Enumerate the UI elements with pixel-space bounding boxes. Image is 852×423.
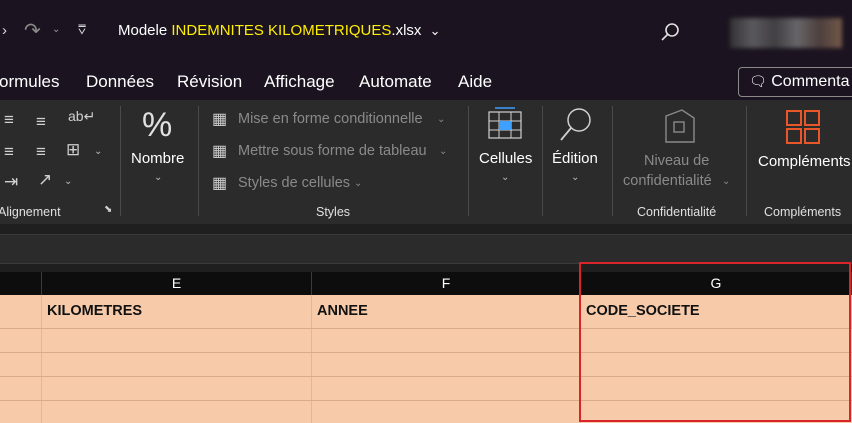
separator xyxy=(198,106,199,216)
cell-f1[interactable]: ANNEE xyxy=(312,295,581,328)
comments-button[interactable]: 🗨 Commenta xyxy=(738,67,852,97)
cell[interactable] xyxy=(0,353,42,376)
selection-highlight-column-g xyxy=(579,262,851,422)
group-label-sensitivity: Confidentialité xyxy=(637,205,717,219)
account-avatar[interactable] xyxy=(730,18,842,48)
merge-cells-icon[interactable]: ⊞ xyxy=(66,140,80,160)
chevron-down-icon: ⌄ xyxy=(154,172,163,183)
comment-icon: 🗨 xyxy=(749,73,767,89)
align-middle-icon[interactable]: ≡ xyxy=(36,112,46,132)
cell[interactable] xyxy=(312,329,581,352)
cell[interactable] xyxy=(42,377,312,400)
title-bar: › ↷ ⌄ ⩢ Modele INDEMNITES KILOMETRIQUES.… xyxy=(0,0,852,64)
filename-highlight: INDEMNITES KILOMETRIQUES xyxy=(171,22,392,39)
separator xyxy=(612,106,613,216)
cell[interactable] xyxy=(312,377,581,400)
separator xyxy=(120,106,121,216)
cell[interactable] xyxy=(312,353,581,376)
sensitivity-line1: Niveau de xyxy=(644,153,710,169)
orientation-dropdown-icon[interactable]: ⌄ xyxy=(64,176,72,187)
ribbon-spacer xyxy=(0,224,852,234)
sensitivity-icon xyxy=(665,109,695,143)
group-label-alignment: Alignement xyxy=(0,205,61,219)
chevron-down-icon: ⌄ xyxy=(571,172,580,183)
chevron-down-icon: ⌄ xyxy=(354,178,363,189)
editing-button[interactable]: Édition ⌄ xyxy=(548,106,604,186)
addins-label: Compléments xyxy=(758,153,851,170)
cell[interactable] xyxy=(0,329,42,352)
redo-icon[interactable]: ↷ xyxy=(24,18,41,43)
chevron-down-icon: ⌄ xyxy=(437,114,446,125)
merge-dropdown-icon[interactable]: ⌄ xyxy=(94,146,102,157)
search-icon[interactable] xyxy=(660,22,680,42)
group-label-addins: Compléments xyxy=(764,205,842,219)
chevron-down-icon: ⌄ xyxy=(722,176,731,187)
editing-label: Édition xyxy=(552,150,598,167)
addins-button[interactable]: Compléments xyxy=(752,106,852,186)
percent-icon: % xyxy=(142,106,173,144)
align-right-icon[interactable]: ≡ xyxy=(36,142,46,162)
separator xyxy=(746,106,747,216)
cells-button[interactable]: Cellules ⌄ xyxy=(476,106,536,186)
redo-dropdown-icon[interactable]: ⌄ xyxy=(52,24,60,35)
number-format-button[interactable]: % Nombre ⌄ xyxy=(126,106,192,186)
separator xyxy=(542,106,543,216)
cell[interactable] xyxy=(312,401,581,423)
cell[interactable] xyxy=(42,401,312,423)
cells-icon xyxy=(488,107,522,139)
separator xyxy=(468,106,469,216)
group-label-styles: Styles xyxy=(316,205,351,219)
search-icon xyxy=(560,108,591,141)
dialog-launcher-icon[interactable]: ⬊ xyxy=(104,204,112,215)
column-header-d[interactable] xyxy=(0,272,42,295)
filename-extension: .xlsx xyxy=(391,22,422,39)
customize-toolbar-icon[interactable]: ⩢ xyxy=(78,22,86,38)
cell-styles-button[interactable]: Styles de cellules xyxy=(238,175,350,191)
orientation-icon[interactable]: ↗ xyxy=(38,170,52,190)
cell-d1[interactable] xyxy=(0,295,42,328)
document-title[interactable]: Modele INDEMNITES KILOMETRIQUES.xlsx ⌄ xyxy=(118,22,440,39)
addins-icon xyxy=(786,110,820,144)
tab-help[interactable]: Aide xyxy=(458,72,492,92)
wrap-text-icon[interactable]: ab↵ xyxy=(68,108,95,125)
conditional-format-button[interactable]: Mise en forme conditionnelle xyxy=(238,111,423,127)
cell-styles-icon: ▦ xyxy=(212,175,228,192)
tab-automate[interactable]: Automate xyxy=(359,72,432,92)
cell-text: ANNEE xyxy=(317,303,368,319)
indent-icon[interactable]: ⇥ xyxy=(4,172,18,192)
tab-view[interactable]: Affichage xyxy=(264,72,335,92)
formula-bar[interactable] xyxy=(0,234,852,264)
cell[interactable] xyxy=(0,377,42,400)
cells-label: Cellules xyxy=(479,150,533,167)
align-top-icon[interactable]: ≡ xyxy=(4,110,14,130)
conditional-format-icon: ▦ xyxy=(212,111,228,128)
sensitivity-line2: confidentialité xyxy=(623,173,712,189)
undo-chevron-icon[interactable]: › xyxy=(2,22,7,39)
ribbon-tabs: ormules Données Révision Affichage Autom… xyxy=(0,64,852,100)
chevron-down-icon[interactable]: ⌄ xyxy=(430,23,441,38)
tab-review[interactable]: Révision xyxy=(177,72,242,92)
number-label: Nombre xyxy=(131,150,185,167)
format-table-icon: ▦ xyxy=(212,143,228,160)
column-header-e[interactable]: E xyxy=(42,272,312,295)
cell-e1[interactable]: KILOMETRES xyxy=(42,295,312,328)
align-left-icon[interactable]: ≡ xyxy=(4,142,14,162)
tab-data[interactable]: Données xyxy=(86,72,154,92)
cell[interactable] xyxy=(0,401,42,423)
tab-formulas[interactable]: ormules xyxy=(0,72,59,92)
comments-button-label: Commenta xyxy=(771,73,850,90)
filename-prefix: Modele xyxy=(118,22,172,39)
cell[interactable] xyxy=(42,353,312,376)
cell[interactable] xyxy=(42,329,312,352)
chevron-down-icon: ⌄ xyxy=(439,146,448,157)
cell-text: KILOMETRES xyxy=(47,303,143,319)
format-as-table-button[interactable]: Mettre sous forme de tableau xyxy=(238,143,427,159)
chevron-down-icon: ⌄ xyxy=(501,172,510,183)
sensitivity-button[interactable]: Niveau de confidentialité ⌄ xyxy=(616,106,738,192)
column-header-f[interactable]: F xyxy=(312,272,581,295)
ribbon: ≡ ≡ ab↵ ≡ ≡ ⊞ ⌄ ⇥ ↗ ⌄ Alignement ⬊ % Nom… xyxy=(0,100,852,224)
